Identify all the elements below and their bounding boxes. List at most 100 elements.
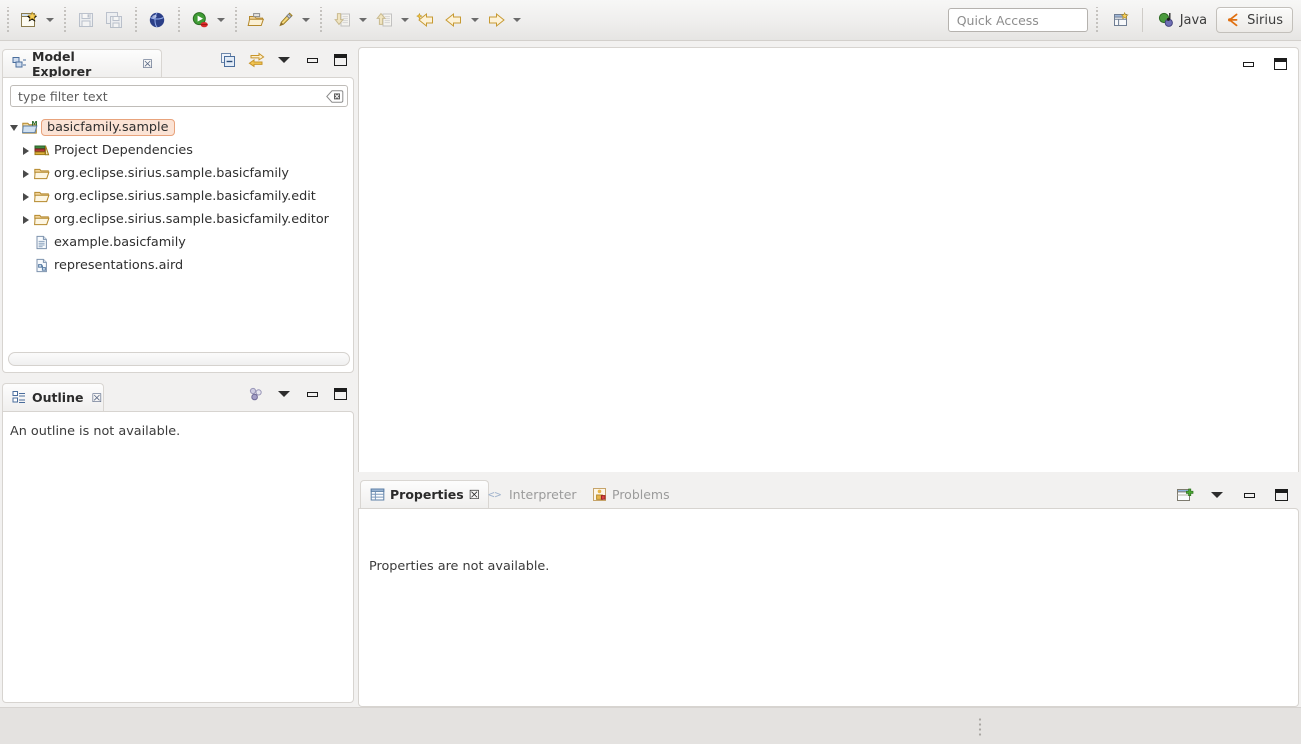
new-wizard-button[interactable] [15, 7, 43, 33]
tree-row-basicfamily-editor[interactable]: org.eclipse.sirius.sample.basicfamily.ed… [3, 208, 353, 231]
maximize-button[interactable] [1273, 487, 1289, 503]
minimize-icon [1243, 492, 1255, 498]
save-all-button[interactable] [100, 7, 128, 33]
toolbar-grip-6[interactable] [317, 7, 326, 33]
open-folder-icon [247, 13, 265, 26]
export-button[interactable] [370, 7, 398, 33]
new-folder-button[interactable] [243, 7, 271, 33]
tab-outline-close[interactable]: ☒ [91, 391, 102, 405]
toolbar-grip-4[interactable] [175, 7, 184, 33]
clear-filter-button[interactable] [326, 89, 344, 103]
link-with-editor-icon [248, 52, 264, 68]
quick-access-input[interactable]: Quick Access [947, 8, 1088, 32]
perspective-sirius-label: Sirius [1247, 12, 1283, 28]
model-tree-horizontal-scrollbar[interactable] [8, 352, 350, 366]
perspective-toolbar-grip[interactable] [1092, 7, 1102, 33]
perspective-java[interactable]: Java [1150, 7, 1216, 33]
model-tree[interactable]: M basicfamily.sample Project Dependencie… [3, 116, 353, 336]
import-dropdown[interactable] [356, 7, 370, 33]
new-representation-dropdown[interactable] [299, 7, 313, 33]
maximize-button[interactable] [332, 52, 348, 68]
twisty-closed-icon[interactable] [19, 146, 33, 155]
outline-toolbar [248, 386, 348, 402]
tab-interpreter-label: Interpreter [509, 486, 577, 502]
export-icon [376, 12, 392, 27]
tree-row-representations-aird[interactable]: representations.aird [3, 254, 353, 277]
toolbar-grip-3[interactable] [132, 7, 141, 33]
maximize-button[interactable] [332, 386, 348, 402]
model-file-icon [33, 235, 50, 250]
tab-outline[interactable]: Outline ☒ [2, 383, 104, 411]
open-browser-button[interactable] [143, 7, 171, 33]
twisty-closed-icon[interactable] [19, 192, 33, 201]
outline-empty-message: An outline is not available. [10, 424, 181, 439]
minimize-button[interactable] [1240, 56, 1256, 72]
view-menu-button[interactable] [276, 52, 292, 68]
tree-row-basicfamily-sample[interactable]: M basicfamily.sample [3, 116, 353, 139]
import-button[interactable] [328, 7, 356, 33]
folder-icon [33, 166, 50, 181]
new-wizard-dropdown[interactable] [43, 7, 57, 33]
export-dropdown[interactable] [398, 7, 412, 33]
tree-row-project-dependencies[interactable]: Project Dependencies [3, 139, 353, 162]
sirius-perspective-icon [1228, 13, 1238, 27]
tab-model-explorer[interactable]: Model Explorer ☒ [2, 49, 162, 79]
minimize-button[interactable] [304, 386, 320, 402]
twisty-closed-icon[interactable] [19, 169, 33, 178]
tree-row-basicfamily-edit[interactable]: org.eclipse.sirius.sample.basicfamily.ed… [3, 185, 353, 208]
outline-dots-icon [249, 387, 262, 401]
model-explorer-body: type filter text M basicfamily.sample Pr… [2, 77, 354, 373]
perspective-sirius[interactable]: Sirius [1216, 7, 1293, 33]
run-dropdown[interactable] [214, 7, 228, 33]
run-button[interactable] [186, 7, 214, 33]
tab-properties-label: Properties [390, 487, 464, 502]
save-icon [79, 13, 93, 27]
tab-properties-close[interactable]: ☒ [469, 487, 480, 502]
outline-view: Outline ☒ An outline is not available. [2, 381, 354, 703]
toolbar-grip-2[interactable] [61, 7, 70, 33]
open-perspective-button[interactable] [1107, 7, 1135, 33]
twisty-closed-icon[interactable] [19, 215, 33, 224]
status-grip-icon[interactable] [978, 717, 983, 737]
open-perspective-icon [1113, 11, 1129, 26]
aird-file-icon [33, 258, 50, 273]
tab-interpreter[interactable]: <> Interpreter [482, 480, 583, 508]
tab-properties[interactable]: Properties ☒ [360, 480, 489, 508]
minimize-button[interactable] [1241, 487, 1257, 503]
tab-model-explorer-close[interactable]: ☒ [142, 57, 153, 71]
tab-problems[interactable]: Problems [586, 480, 676, 508]
save-button[interactable] [72, 7, 100, 33]
tree-row-example-basicfamily[interactable]: example.basicfamily [3, 231, 353, 254]
view-menu-button[interactable] [1209, 487, 1225, 503]
next-edit-dropdown[interactable] [510, 7, 524, 33]
previous-edit-dropdown[interactable] [468, 7, 482, 33]
outline-filters-button[interactable] [248, 386, 264, 402]
left-panel-stack: Model Explorer ☒ type filter text M basi… [0, 41, 356, 707]
svg-text:<>: <> [488, 488, 502, 501]
perspective-java-label: Java [1179, 12, 1208, 28]
new-representation-button[interactable] [271, 7, 299, 33]
minimize-button[interactable] [304, 52, 320, 68]
tab-outline-label: Outline [32, 390, 84, 405]
toolbar-grip-5[interactable] [232, 7, 241, 33]
filter-input[interactable]: type filter text [10, 85, 348, 107]
collapse-all-button[interactable] [220, 52, 236, 68]
next-edit-button[interactable] [482, 7, 510, 33]
interpreter-icon: <> [488, 488, 502, 501]
problems-icon [593, 487, 606, 501]
properties-toolbar [1177, 487, 1289, 503]
twisty-open-icon[interactable] [7, 124, 21, 131]
tree-label: basicfamily.sample [41, 119, 175, 136]
link-with-editor-button[interactable] [248, 52, 264, 68]
new-properties-view-button[interactable] [1177, 487, 1194, 503]
editor-area[interactable] [358, 47, 1299, 472]
previous-edit-button[interactable] [440, 7, 468, 33]
new-file-icon [21, 11, 38, 27]
libraries-icon [33, 143, 50, 158]
back-to-start-button[interactable] [412, 7, 440, 33]
toolbar-grip[interactable] [4, 7, 13, 33]
tree-row-basicfamily-pkg[interactable]: org.eclipse.sirius.sample.basicfamily [3, 162, 353, 185]
model-explorer-tabrow: Model Explorer ☒ [2, 47, 354, 79]
maximize-button[interactable] [1272, 56, 1288, 72]
view-menu-button[interactable] [276, 386, 292, 402]
